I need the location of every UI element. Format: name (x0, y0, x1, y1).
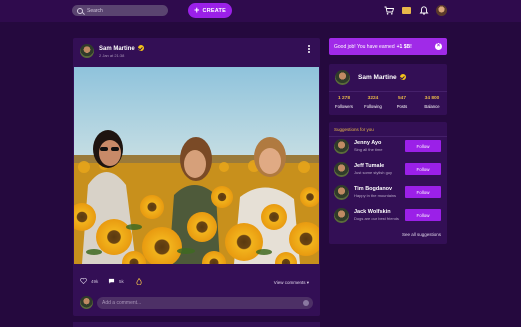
suggestion-subtitle: Happy in the mountains (354, 193, 397, 198)
comment-count: 5k (119, 278, 124, 284)
post-card: Sam Martine 2 Jan at 21:38 49k 5k View c… (73, 38, 320, 316)
suggestion-avatar[interactable] (334, 185, 349, 200)
stat-followers[interactable]: 1 278 Followers (332, 96, 356, 109)
comment-input[interactable] (97, 297, 313, 309)
search-bar[interactable]: Search (72, 5, 168, 16)
suggestion-subtitle: Just some stylish guy (354, 170, 393, 175)
search-placeholder: Search (87, 7, 103, 14)
post-author[interactable]: Sam Martine (99, 45, 144, 52)
suggestion-subtitle: Dogs are our best friends (354, 216, 399, 221)
top-bar: Search + CREATE (0, 0, 521, 22)
stat-label: Followers (335, 104, 353, 109)
reward-notification: Good job! You have earned +1 $B! × (329, 38, 447, 55)
fire-icon (136, 278, 142, 285)
comment-button[interactable]: 5k (108, 278, 124, 284)
follow-button[interactable]: Follow (405, 140, 441, 152)
suggestion-name[interactable]: Jeff Tumale (354, 163, 384, 169)
post-author-name: Sam Martine (99, 46, 135, 52)
suggestion-subtitle: Sing all the time (354, 147, 383, 152)
suggestion-name[interactable]: Tim Bogdanov (354, 186, 392, 192)
suggestion-item: Jack Wolfskin Dogs are our best friends … (334, 208, 444, 226)
search-icon (77, 7, 83, 14)
like-count: 49k (91, 278, 99, 284)
close-icon[interactable]: × (435, 43, 442, 50)
stat-value: 547 (397, 96, 406, 101)
see-all-suggestions-link[interactable]: See all suggestions (402, 232, 441, 237)
suggestions-title: Suggestions for you (334, 127, 374, 132)
suggestion-avatar[interactable] (334, 208, 349, 223)
divider (329, 91, 447, 92)
follow-button[interactable]: Follow (405, 209, 441, 221)
stat-value: 3224 (367, 96, 379, 101)
profile-avatar[interactable] (335, 70, 350, 85)
chevron-down-icon: ▾ (306, 280, 309, 285)
create-button[interactable]: + CREATE (188, 3, 232, 18)
post-header: Sam Martine 2 Jan at 21:38 (80, 44, 313, 60)
commenter-avatar (80, 296, 93, 309)
next-post-card (73, 322, 320, 327)
verified-icon (399, 74, 406, 80)
stat-value: 1 278 (337, 96, 350, 101)
suggestions-card: Suggestions for you Jenny Ayo Sing all t… (329, 122, 447, 244)
create-label: CREATE (202, 7, 226, 14)
stat-balance[interactable]: 34 800 Balance (420, 96, 444, 109)
notification-reward: +1 $B! (396, 43, 412, 50)
divider (329, 136, 447, 137)
profile-card: Sam Martine 1 278 Followers 3224 Followi… (329, 64, 447, 115)
post-date: 2 Jan at 21:38 (99, 53, 125, 58)
suggestion-name[interactable]: Jack Wolfskin (354, 209, 391, 215)
heart-icon (80, 278, 87, 284)
like-button[interactable]: 49k (80, 278, 98, 284)
post-actions: 49k 5k View comments ▾ (80, 278, 313, 288)
profile-name[interactable]: Sam Martine (358, 74, 406, 81)
comment-row (80, 296, 313, 310)
view-comments-link[interactable]: View comments ▾ (274, 280, 309, 286)
notification-text: Good job! You have earned (334, 43, 395, 50)
verified-icon (137, 45, 144, 51)
bell-icon[interactable] (419, 6, 429, 15)
suggestion-item: Tim Bogdanov Happy in the mountains Foll… (334, 185, 444, 203)
fire-button[interactable] (136, 278, 146, 285)
suggestion-item: Jeff Tumale Just some stylish guy Follow (334, 162, 444, 180)
author-avatar[interactable] (80, 44, 94, 58)
suggestion-item: Jenny Ayo Sing all the time Follow (334, 139, 444, 157)
ticket-icon[interactable] (402, 7, 411, 14)
post-image (74, 67, 319, 264)
profile-name-text: Sam Martine (358, 74, 397, 81)
stat-following[interactable]: 3224 Following (361, 96, 385, 109)
stat-value: 34 800 (424, 96, 440, 101)
plus-icon: + (194, 5, 200, 15)
more-options-icon[interactable] (308, 45, 311, 54)
view-comments-label: View comments (273, 280, 306, 285)
follow-button[interactable]: Follow (405, 163, 441, 175)
suggestion-name[interactable]: Jenny Ayo (354, 140, 381, 146)
stat-label: Balance (424, 104, 440, 109)
stat-label: Following (364, 104, 382, 109)
follow-button[interactable]: Follow (405, 186, 441, 198)
avatar[interactable] (436, 5, 447, 16)
cart-icon[interactable] (384, 6, 394, 15)
stat-posts[interactable]: 547 Posts (390, 96, 414, 109)
comment-icon (108, 278, 115, 284)
emoji-icon[interactable] (303, 300, 309, 306)
stat-label: Posts (396, 104, 408, 109)
suggestion-avatar[interactable] (334, 139, 349, 154)
suggestion-avatar[interactable] (334, 162, 349, 177)
